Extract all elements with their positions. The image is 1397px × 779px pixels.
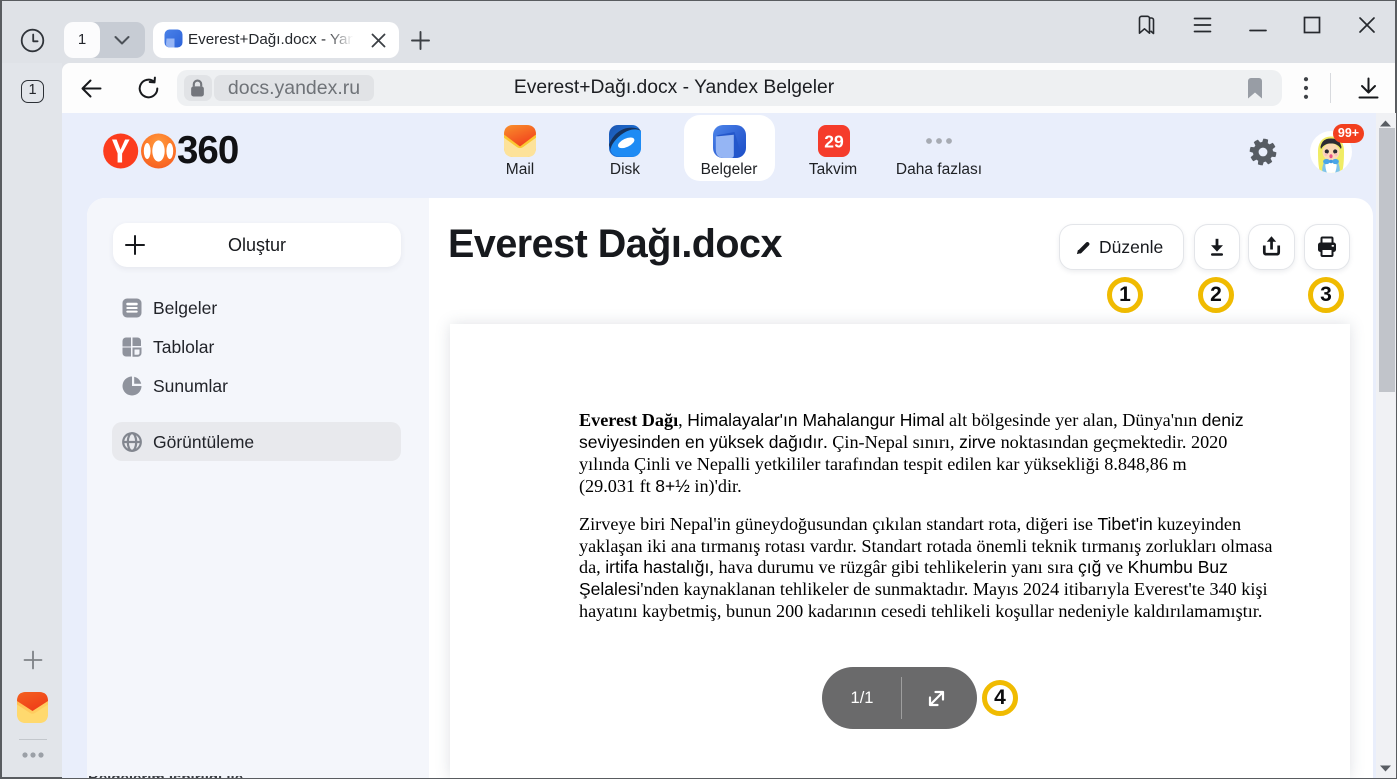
svg-text:29: 29: [824, 132, 844, 152]
